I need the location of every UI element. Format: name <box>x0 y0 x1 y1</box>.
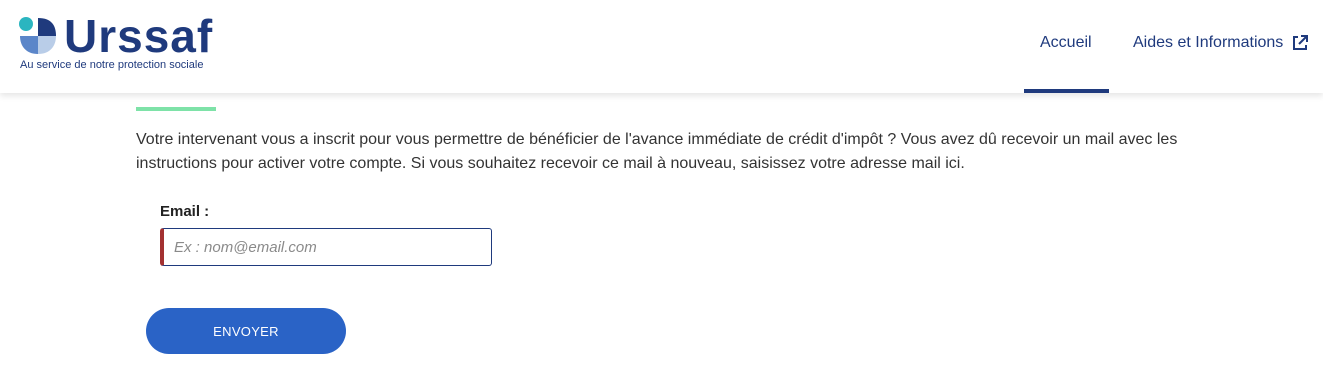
nav-active-indicator <box>1024 89 1109 93</box>
email-field-wrapper <box>160 228 492 266</box>
intro-text: Votre intervenant vous a inscrit pour vo… <box>136 131 1178 172</box>
nav-item-label: Aides et Informations <box>1133 34 1284 51</box>
envoyer-button[interactable]: ENVOYER <box>146 308 346 354</box>
site-header: Urssaf Au service de notre protection so… <box>0 0 1323 93</box>
nav-item-accueil[interactable]: Accueil <box>1040 34 1092 52</box>
external-link-icon <box>1293 35 1309 50</box>
urssaf-logo-mark <box>19 17 56 54</box>
logo-tagline: Au service de notre protection sociale <box>20 59 204 71</box>
nav-item-aides-et-informations[interactable]: Aides et Informations <box>1133 34 1309 52</box>
urssaf-logo[interactable]: Urssaf Au service de notre protection so… <box>18 10 228 76</box>
section-accent-bar <box>136 107 216 111</box>
email-field[interactable] <box>164 229 491 265</box>
logo-wordmark: Urssaf <box>64 10 214 62</box>
email-label: Email : <box>160 203 210 220</box>
